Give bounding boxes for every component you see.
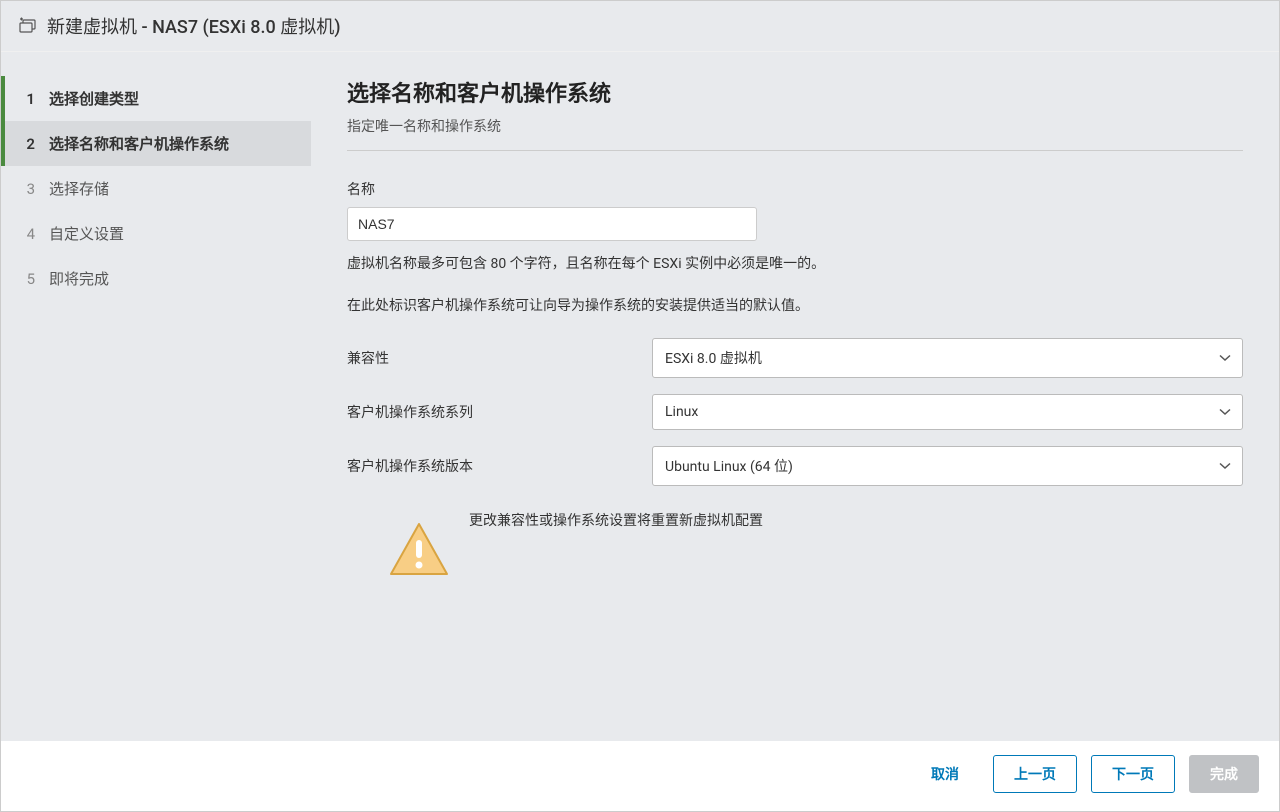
finish-button: 完成 xyxy=(1189,755,1259,793)
wizard-step-1[interactable]: 1 选择创建类型 xyxy=(1,76,311,121)
next-button[interactable]: 下一页 xyxy=(1091,755,1175,793)
wizard-step-2[interactable]: 2 选择名称和客户机操作系统 xyxy=(1,121,311,166)
wizard-content: 选择名称和客户机操作系统 指定唯一名称和操作系统 名称 虚拟机名称最多可包含 8… xyxy=(311,52,1279,741)
warning-icon xyxy=(387,510,451,580)
step-number: 3 xyxy=(21,180,35,198)
os-version-value: Ubuntu Linux (64 位) xyxy=(652,446,1243,486)
name-label: 名称 xyxy=(347,179,1243,199)
os-version-label: 客户机操作系统版本 xyxy=(347,456,652,476)
name-hint: 虚拟机名称最多可包含 80 个字符，且名称在每个 ESXi 实例中必须是唯一的。 xyxy=(347,253,1243,275)
content-subtitle: 指定唯一名称和操作系统 xyxy=(347,116,1243,151)
dialog-body: 1 选择创建类型 2 选择名称和客户机操作系统 3 选择存储 4 自定义设置 5… xyxy=(1,52,1279,741)
back-button[interactable]: 上一页 xyxy=(993,755,1077,793)
wizard-sidebar: 1 选择创建类型 2 选择名称和客户机操作系统 3 选择存储 4 自定义设置 5… xyxy=(1,52,311,741)
cancel-button[interactable]: 取消 xyxy=(911,756,979,792)
step-number: 4 xyxy=(21,225,35,243)
dialog-footer: 取消 上一页 下一页 完成 xyxy=(1,741,1279,811)
wizard-step-3[interactable]: 3 选择存储 xyxy=(1,166,311,211)
dialog-header: 新建虚拟机 - NAS7 (ESXi 8.0 虚拟机) xyxy=(1,1,1279,52)
wizard-step-5[interactable]: 5 即将完成 xyxy=(1,256,311,301)
step-label: 选择创建类型 xyxy=(49,88,139,109)
dialog-title: 新建虚拟机 - NAS7 (ESXi 8.0 虚拟机) xyxy=(47,13,340,39)
compat-select[interactable]: ESXi 8.0 虚拟机 xyxy=(652,338,1243,378)
new-vm-wizard-dialog: 新建虚拟机 - NAS7 (ESXi 8.0 虚拟机) 1 选择创建类型 2 选… xyxy=(0,0,1280,812)
step-number: 2 xyxy=(21,135,35,153)
os-version-select[interactable]: Ubuntu Linux (64 位) xyxy=(652,446,1243,486)
os-family-value: Linux xyxy=(652,394,1243,430)
os-hint: 在此处标识客户机操作系统可让向导为操作系统的安装提供适当的默认值。 xyxy=(347,295,1243,317)
step-number: 1 xyxy=(21,90,35,108)
compat-value: ESXi 8.0 虚拟机 xyxy=(652,338,1243,378)
vm-name-input[interactable] xyxy=(347,207,757,241)
os-version-row: 客户机操作系统版本 Ubuntu Linux (64 位) xyxy=(347,446,1243,486)
compat-row: 兼容性 ESXi 8.0 虚拟机 xyxy=(347,338,1243,378)
compat-label: 兼容性 xyxy=(347,348,652,368)
os-family-select[interactable]: Linux xyxy=(652,394,1243,430)
os-family-label: 客户机操作系统系列 xyxy=(347,402,652,422)
warning-row: 更改兼容性或操作系统设置将重置新虚拟机配置 xyxy=(347,510,1243,580)
step-label: 选择存储 xyxy=(49,178,109,199)
warning-text: 更改兼容性或操作系统设置将重置新虚拟机配置 xyxy=(469,510,763,530)
step-label: 即将完成 xyxy=(49,268,109,289)
step-label: 自定义设置 xyxy=(49,223,124,244)
step-label: 选择名称和客户机操作系统 xyxy=(49,133,229,154)
step-number: 5 xyxy=(21,270,35,288)
wizard-step-4[interactable]: 4 自定义设置 xyxy=(1,211,311,256)
os-family-row: 客户机操作系统系列 Linux xyxy=(347,394,1243,430)
content-title: 选择名称和客户机操作系统 xyxy=(347,76,1243,108)
new-vm-icon xyxy=(17,16,37,36)
